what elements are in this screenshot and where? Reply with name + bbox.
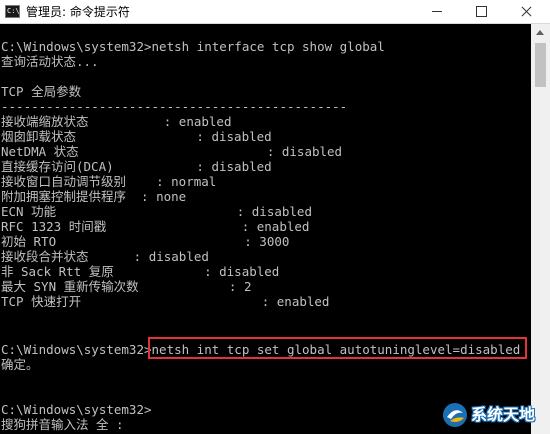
console-line: 查询活动状态... (1, 54, 99, 69)
watermark-text: 系统天地 (471, 405, 536, 424)
window-title: 管理员: 命令提示符 (26, 5, 130, 19)
watermark: 系统天地 (440, 398, 550, 434)
vertical-scrollbar[interactable] (531, 24, 550, 434)
console-line: 最大 SYN 重新传输次数 : 2 (1, 279, 252, 294)
scroll-thumb[interactable] (535, 43, 546, 87)
console-line: C:\Windows\system32>netsh interface tcp … (1, 39, 385, 54)
console-output[interactable]: C:\Windows\system32>netsh interface tcp … (0, 24, 531, 434)
console-line: 初始 RTO : 3000 (1, 234, 290, 249)
minimize-button[interactable] (415, 0, 459, 23)
console-line: 附加拥塞控制提供程序 : none (1, 189, 187, 204)
xitongtiandi-logo-icon (443, 403, 467, 427)
scroll-up-icon[interactable] (536, 30, 544, 35)
console-line: ----------------------------------------… (1, 99, 348, 114)
close-button[interactable] (503, 0, 550, 23)
console-line: 非 Sack Rtt 复原 : disabled (1, 264, 280, 279)
console-prompt: C:\Windows\system32> (1, 402, 152, 417)
console-line: TCP 快速打开 : enabled (1, 294, 330, 309)
cmd-icon: C:\ (5, 5, 20, 18)
console-line: 接收窗口自动调节级别 : normal (1, 174, 217, 189)
console-line: NetDMA 状态 : disabled (1, 144, 343, 159)
console-line: TCP 全局参数 (1, 84, 82, 99)
ime-status: 搜狗拼音输入法 全 : (1, 417, 124, 432)
command-highlight (148, 337, 527, 359)
console-line: ECN 功能 : disabled (1, 204, 312, 219)
maximize-button[interactable] (459, 0, 503, 23)
console-line: 接收端缩放状态 : enabled (1, 114, 232, 129)
console-line: 烟囱卸载状态 : disabled (1, 129, 272, 144)
console-line: 直接缓存访问(DCA) : disabled (1, 159, 272, 174)
console-line: 确定。 (1, 357, 39, 372)
title-bar[interactable]: C:\ 管理员: 命令提示符 (0, 0, 550, 24)
console-line: 接收段合并状态 : disabled (1, 249, 209, 264)
console-line: RFC 1323 时间戳 : enabled (1, 219, 310, 234)
